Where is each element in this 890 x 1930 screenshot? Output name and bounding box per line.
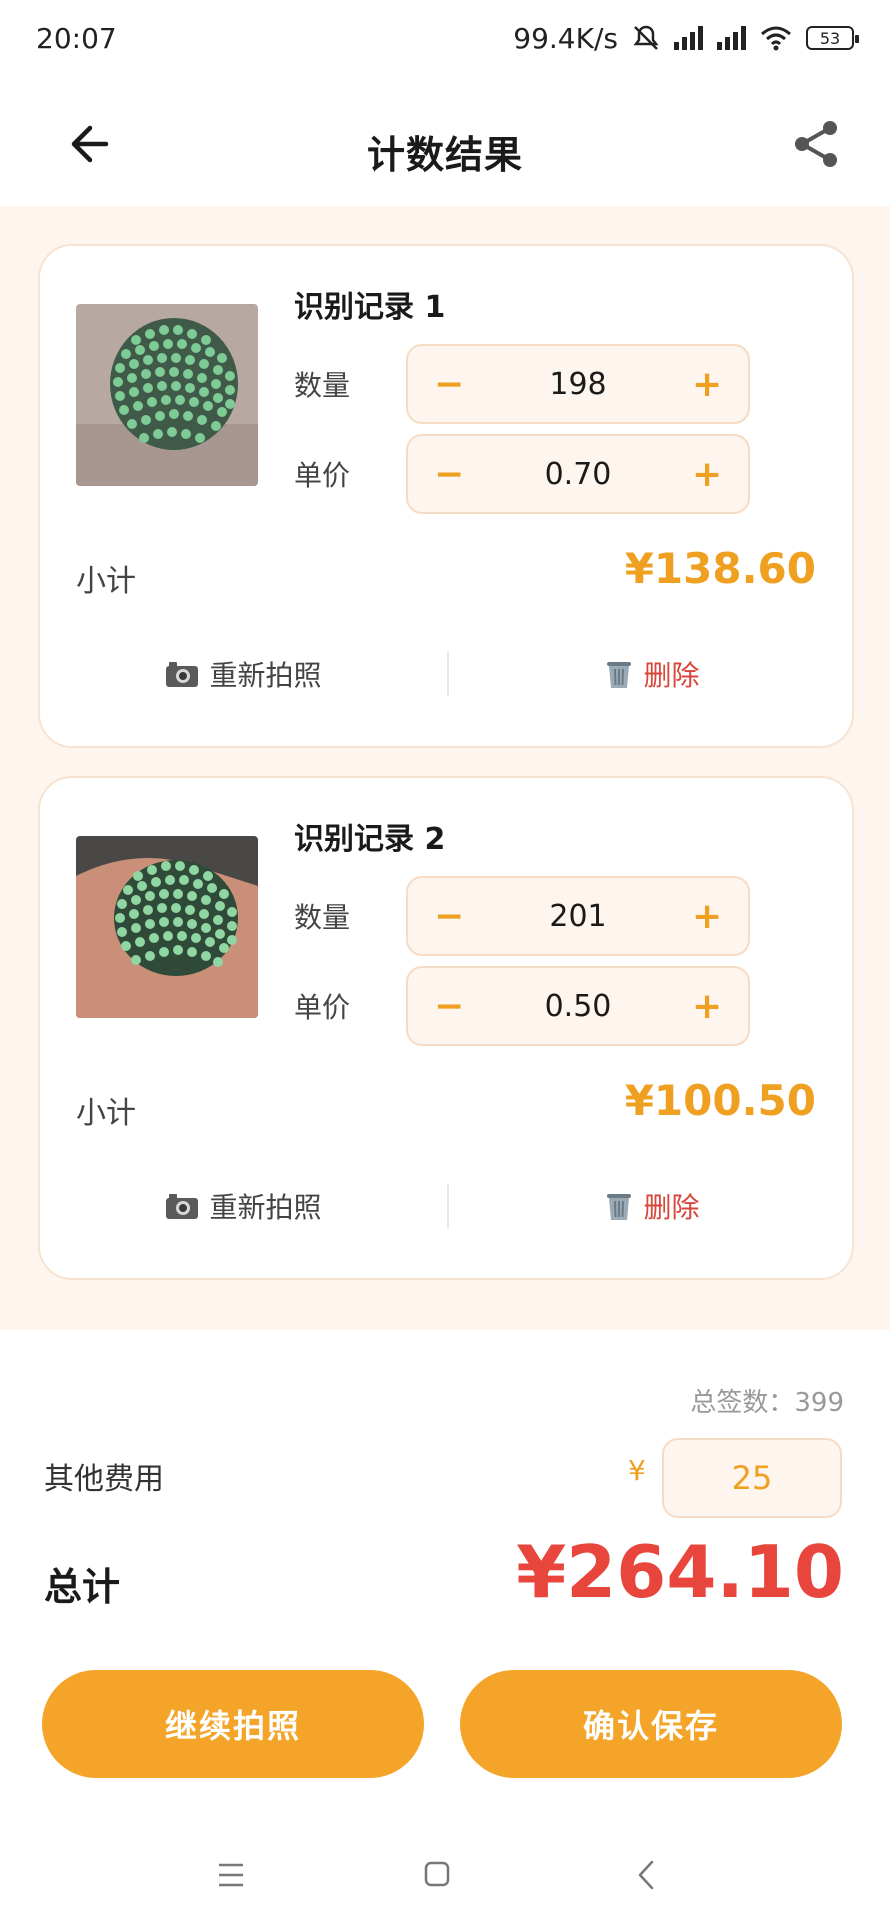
increase-price-button[interactable]: + xyxy=(692,986,722,1027)
summary-panel: 总签数：399 其他费用 ¥ 总计 ¥264.10 继续拍照 确认保存 xyxy=(0,1330,890,1930)
confirm-save-button[interactable]: 确认保存 xyxy=(460,1670,842,1778)
network-speed: 99.4K/s xyxy=(513,21,618,55)
currency-symbol: ¥ xyxy=(628,1454,646,1487)
total-count: 总签数：399 xyxy=(690,1388,844,1418)
price-stepper: − 0.70 + xyxy=(406,434,750,514)
battery-icon: 53 xyxy=(806,26,859,50)
delete-label: 删除 xyxy=(643,659,700,692)
camera-icon xyxy=(166,1194,199,1219)
record-photo[interactable] xyxy=(76,836,258,1018)
delete-label: 删除 xyxy=(643,1191,700,1224)
back-nav-icon[interactable] xyxy=(622,1850,672,1900)
delete-button[interactable]: 删除 xyxy=(449,1186,856,1226)
arrow-left-icon[interactable] xyxy=(60,116,116,172)
trash-icon xyxy=(607,662,632,688)
system-nav-bar xyxy=(0,1842,890,1908)
subtotal-value: ¥100.50 xyxy=(624,1076,816,1125)
mute-icon xyxy=(633,25,659,50)
retake-photo-label: 重新拍照 xyxy=(209,1191,322,1224)
status-bar: 20:07 99.4K/s 53 xyxy=(0,0,890,76)
signal-icon xyxy=(674,26,703,50)
decrease-quantity-button[interactable]: − xyxy=(434,896,464,937)
price-value[interactable]: 0.70 xyxy=(545,457,612,492)
signal-icon xyxy=(717,26,746,50)
home-icon[interactable] xyxy=(412,1850,462,1900)
decrease-price-button[interactable]: − xyxy=(434,454,464,495)
record-photo[interactable] xyxy=(76,304,258,486)
quantity-value[interactable]: 201 xyxy=(549,899,606,934)
record-title: 识别记录 2 xyxy=(294,822,446,857)
record-photo-image xyxy=(76,836,258,1018)
price-stepper: − 0.50 + xyxy=(406,966,750,1046)
retake-photo-button[interactable]: 重新拍照 xyxy=(40,654,447,694)
other-fee-label: 其他费用 xyxy=(44,1462,164,1497)
grand-total-value: ¥264.10 xyxy=(516,1530,844,1614)
retake-photo-label: 重新拍照 xyxy=(209,659,322,692)
quantity-stepper: − 198 + xyxy=(406,344,750,424)
app-header: 计数结果 xyxy=(0,96,890,206)
grand-total-label: 总计 xyxy=(44,1565,121,1609)
status-icons: 99.4K/s 53 xyxy=(513,21,859,55)
record-title: 识别记录 1 xyxy=(294,290,446,325)
subtotal-label: 小计 xyxy=(76,564,136,599)
retake-photo-button[interactable]: 重新拍照 xyxy=(40,1186,447,1226)
subtotal-label: 小计 xyxy=(76,1096,136,1131)
price-label: 单价 xyxy=(294,991,351,1024)
subtotal-value: ¥138.60 xyxy=(624,544,816,593)
increase-quantity-button[interactable]: + xyxy=(692,896,722,937)
price-value[interactable]: 0.50 xyxy=(545,989,612,1024)
increase-price-button[interactable]: + xyxy=(692,454,722,495)
record-card: 识别记录 2 数量 − 201 + 单价 − 0.50 + 小计 ¥100.50… xyxy=(38,776,854,1280)
delete-button[interactable]: 删除 xyxy=(449,654,856,694)
quantity-label: 数量 xyxy=(294,369,351,402)
share-icon[interactable] xyxy=(786,114,846,174)
battery-level: 53 xyxy=(819,28,841,48)
other-fee-input[interactable] xyxy=(662,1438,842,1518)
trash-icon xyxy=(607,1194,632,1220)
record-actions: 重新拍照 删除 xyxy=(40,650,856,698)
record-list: 识别记录 1 数量 − 198 + 单价 − 0.70 + 小计 ¥138.60… xyxy=(0,206,890,1330)
record-card: 识别记录 1 数量 − 198 + 单价 − 0.70 + 小计 ¥138.60… xyxy=(38,244,854,748)
quantity-label: 数量 xyxy=(294,901,351,934)
price-label: 单价 xyxy=(294,459,351,492)
quantity-value[interactable]: 198 xyxy=(549,367,606,402)
quantity-stepper: − 201 + xyxy=(406,876,750,956)
continue-photo-button[interactable]: 继续拍照 xyxy=(42,1670,424,1778)
camera-icon xyxy=(166,662,199,687)
menu-icon[interactable] xyxy=(206,1850,256,1900)
increase-quantity-button[interactable]: + xyxy=(692,364,722,405)
decrease-price-button[interactable]: − xyxy=(434,986,464,1027)
status-time: 20:07 xyxy=(36,21,117,55)
record-actions: 重新拍照 删除 xyxy=(40,1182,856,1230)
wifi-icon xyxy=(761,26,791,51)
decrease-quantity-button[interactable]: − xyxy=(434,364,464,405)
page-title: 计数结果 xyxy=(366,132,523,177)
record-photo-image xyxy=(76,304,258,486)
